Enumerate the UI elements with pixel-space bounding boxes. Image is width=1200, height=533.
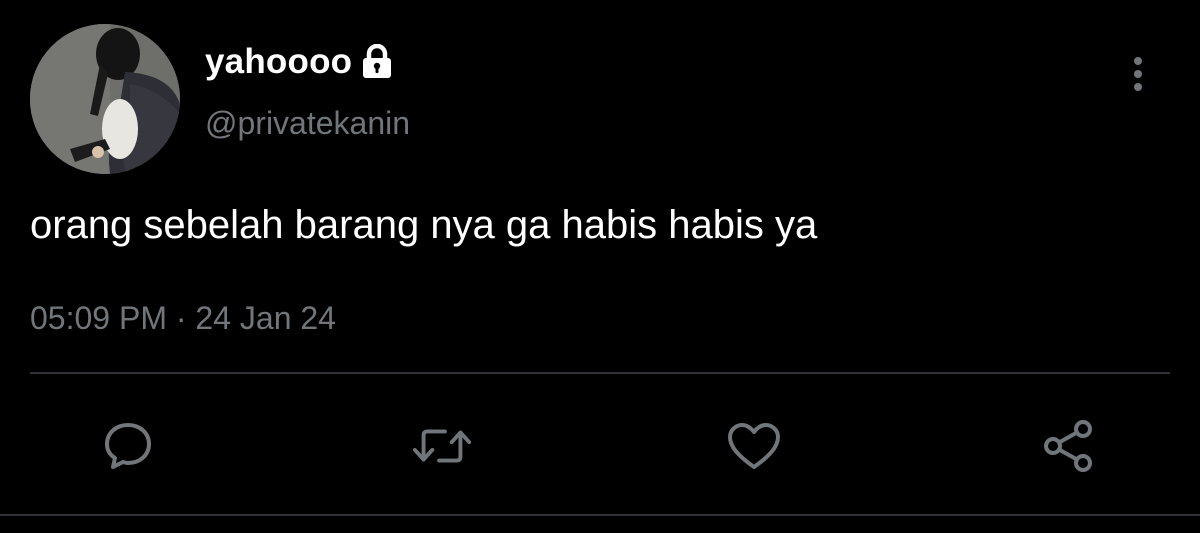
tweet-text: orang sebelah barang nya ga habis habis … xyxy=(30,203,818,247)
tweet-timestamp[interactable]: 05:09 PM · 24 Jan 24 xyxy=(30,300,336,337)
more-options-button[interactable] xyxy=(1120,50,1156,98)
tweet-date: 24 Jan 24 xyxy=(195,300,336,336)
user-handle[interactable]: @privatekanin xyxy=(205,105,410,142)
display-name[interactable]: yahoooo xyxy=(205,42,352,82)
lock-icon xyxy=(360,43,394,80)
reply-icon xyxy=(105,423,151,469)
avatar[interactable] xyxy=(30,24,180,174)
meta-separator: · xyxy=(175,300,187,336)
heart-icon xyxy=(728,423,780,469)
reply-button[interactable] xyxy=(96,414,160,478)
retweet-icon xyxy=(412,429,472,463)
bottom-divider xyxy=(0,514,1200,516)
more-vertical-icon xyxy=(1134,57,1142,91)
author-name-row[interactable]: yahoooo xyxy=(205,40,394,84)
share-button[interactable] xyxy=(1036,414,1100,478)
retweet-button[interactable] xyxy=(410,414,474,478)
divider xyxy=(30,372,1170,374)
share-icon xyxy=(1044,420,1092,472)
tweet-time: 05:09 PM xyxy=(30,300,167,336)
avatar-photo xyxy=(30,24,180,174)
like-button[interactable] xyxy=(722,414,786,478)
